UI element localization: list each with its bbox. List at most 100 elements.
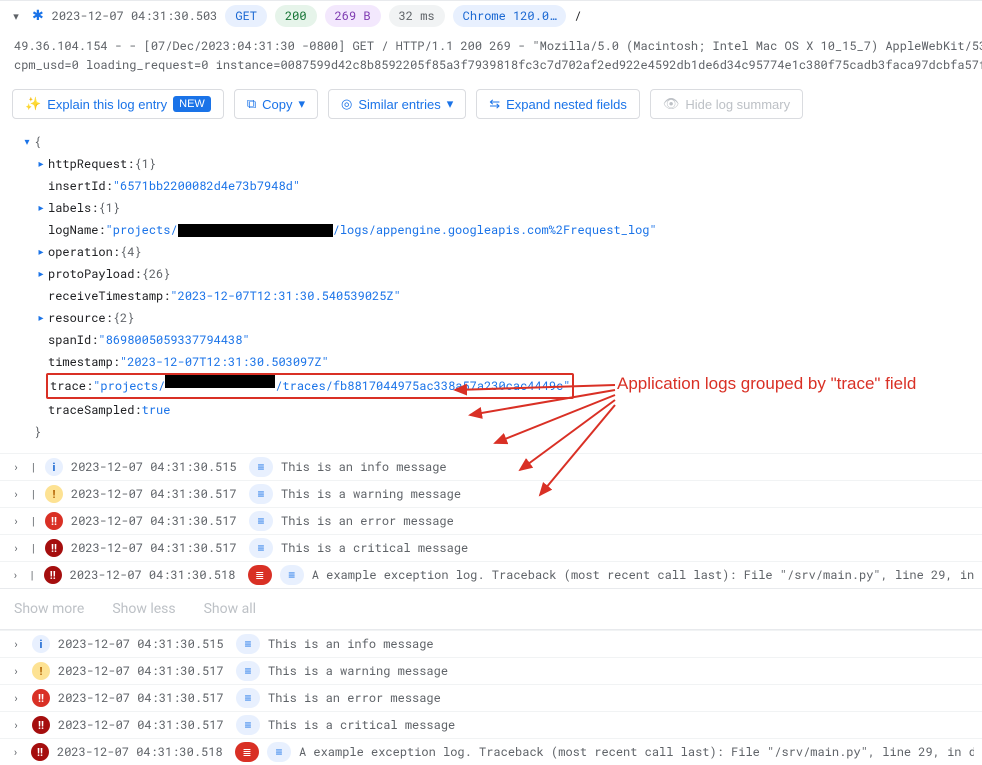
align-icon[interactable]: ≡ [280,565,304,585]
group-pipe-icon: | [31,569,36,582]
expand-chevron-icon[interactable]: › [8,542,24,555]
request-star-icon: ✱ [32,8,44,24]
dropdown-icon: ▾ [298,96,305,112]
log-message: This is an error message [281,513,454,529]
align-icon[interactable]: ≡ [236,715,260,735]
severity-crit-icon: !! [44,566,62,584]
severity-info-icon: i [32,635,50,653]
expand-chevron-icon[interactable]: › [8,692,24,705]
log-row[interactable]: › |!! 2023-12-07 04:31:30.518 ≣ ≡ A example e… [0,561,982,588]
path-text: / [574,8,581,24]
expand-icon: ⇆ [489,96,500,112]
caret-icon[interactable]: ▸ [34,197,48,219]
log-row[interactable]: › |!! 2023-12-07 04:31:30.517 ≡ This is an e… [0,507,982,534]
raw-log-text: 49.36.104.154 - - [07/Dec/2023:04:31:30 … [0,31,982,81]
show-more-link[interactable]: Show more [14,601,84,617]
show-controls: Show more Show less Show all [0,588,982,630]
group-pipe-icon: | [32,542,37,555]
severity-warn-icon: ! [45,485,63,503]
log-message: A example exception log. Traceback (most… [312,567,974,583]
align-icon[interactable]: ≡ [236,634,260,654]
collapse-chevron-icon[interactable]: ▾ [8,10,24,23]
eye-off-icon: 👁 [663,96,680,112]
log-timestamp: 2023-12-07 04:31:30.515 [71,459,241,475]
group-pipe-icon: | [32,488,37,501]
log-toolbar: ✨ Explain this log entry NEW ⧉ Copy ▾ ◎ … [0,81,982,127]
expand-chevron-icon[interactable]: › [8,665,24,678]
size-pill[interactable]: 269 B [325,5,381,27]
caret-icon[interactable]: ▸ [34,307,48,329]
log-message: This is an error message [268,690,441,706]
log-timestamp: 2023-12-07 04:31:30.515 [58,636,228,652]
align-icon[interactable]: ≡ [236,661,260,681]
expand-chevron-icon[interactable]: › [8,746,23,759]
caret-icon[interactable]: ▸ [34,263,48,285]
trace-field-highlight: trace: "projects//traces/fb8817044975ac3… [46,373,574,399]
severity-err-icon: !! [45,512,63,530]
expand-chevron-icon[interactable]: › [8,515,24,528]
log-row[interactable]: ›!!2023-12-07 04:31:30.517≡This is an er… [0,684,982,711]
hide-summary-button: 👁 Hide log summary [650,89,803,119]
expand-button[interactable]: ⇆ Expand nested fields [476,89,640,119]
show-all-link[interactable]: Show all [204,601,256,617]
log-timestamp: 2023-12-07 04:31:30.517 [58,717,228,733]
severity-err-icon: !! [32,689,50,707]
log-entry-header[interactable]: ▾ ✱ 2023-12-07 04:31:30.503 GET 200 269 … [0,0,982,31]
log-timestamp: 2023-12-07 04:31:30.517 [71,486,241,502]
log-message: This is a critical message [281,540,468,556]
stacktrace-icon[interactable]: ≣ [235,742,259,762]
expand-chevron-icon[interactable]: › [8,719,24,732]
align-icon[interactable]: ≡ [249,511,273,531]
show-less-link[interactable]: Show less [112,601,175,617]
new-badge: NEW [173,96,211,112]
stacktrace-icon[interactable]: ≣ [248,565,272,585]
log-row[interactable]: › |!! 2023-12-07 04:31:30.517 ≡ This is a cr… [0,534,982,561]
log-row[interactable]: ›!! 2023-12-07 04:31:30.517 ≡ This is a cri… [0,711,982,738]
agent-pill[interactable]: Chrome 120.0… [453,5,567,27]
annotation-text: Application logs grouped by "trace" fiel… [617,374,916,394]
severity-warn-icon: ! [32,662,50,680]
log-row[interactable]: › |! 2023-12-07 04:31:30.517 ≡ This is a war… [0,480,982,507]
log-timestamp: 2023-12-07 04:31:30.517 [71,513,241,529]
header-timestamp: 2023-12-07 04:31:30.503 [52,8,218,24]
align-icon[interactable]: ≡ [249,457,273,477]
latency-pill[interactable]: 32 ms [389,5,445,27]
caret-icon[interactable]: ▸ [34,153,48,175]
log-timestamp: 2023-12-07 04:31:30.518 [57,744,227,760]
align-icon[interactable]: ≡ [249,484,273,504]
log-row[interactable]: › i 2023-12-07 04:31:30.515 ≡ This is an inf… [0,630,982,657]
expand-chevron-icon[interactable]: › [8,461,24,474]
log-message: This is a critical message [268,717,455,733]
log-timestamp: 2023-12-07 04:31:30.518 [70,567,240,583]
severity-crit-icon: !! [32,716,50,734]
caret-icon[interactable]: ▸ [34,241,48,263]
structured-payload: ▾{ ▸httpRequest: {1} insertId: "6571bb22… [0,127,982,453]
group-pipe-icon: | [32,515,37,528]
align-icon[interactable]: ≡ [249,538,273,558]
explain-button[interactable]: ✨ Explain this log entry NEW [12,89,224,119]
expand-chevron-icon[interactable]: › [8,569,23,582]
expand-chevron-icon[interactable]: › [8,488,24,501]
copy-icon: ⧉ [247,96,256,112]
severity-info-icon: i [45,458,63,476]
severity-crit-icon: !! [45,539,63,557]
log-message: This is a warning message [268,663,448,679]
method-pill[interactable]: GET [225,5,267,27]
align-icon[interactable]: ≡ [236,688,260,708]
log-row[interactable]: ›!!2023-12-07 04:31:30.518≣≡A example ex… [0,738,982,765]
log-row[interactable]: ›|i2023-12-07 04:31:30.515≡This is an in… [0,453,982,480]
log-timestamp: 2023-12-07 04:31:30.517 [71,540,241,556]
copy-button[interactable]: ⧉ Copy ▾ [234,89,318,119]
log-row[interactable]: ›!2023-12-07 04:31:30.517≡This is a warn… [0,657,982,684]
sparkle-icon: ✨ [25,96,41,112]
redacted-project-id [165,375,275,388]
caret-icon[interactable]: ▾ [20,131,34,153]
log-message: A example exception log. Traceback (most… [299,744,974,760]
similar-button[interactable]: ◎ Similar entries ▾ [328,89,466,119]
expand-chevron-icon[interactable]: › [8,638,24,651]
status-pill[interactable]: 200 [275,5,317,27]
log-message: This is an info message [268,636,434,652]
log-message: This is a warning message [281,486,461,502]
align-icon[interactable]: ≡ [267,742,291,762]
dropdown-icon: ▾ [447,96,454,112]
